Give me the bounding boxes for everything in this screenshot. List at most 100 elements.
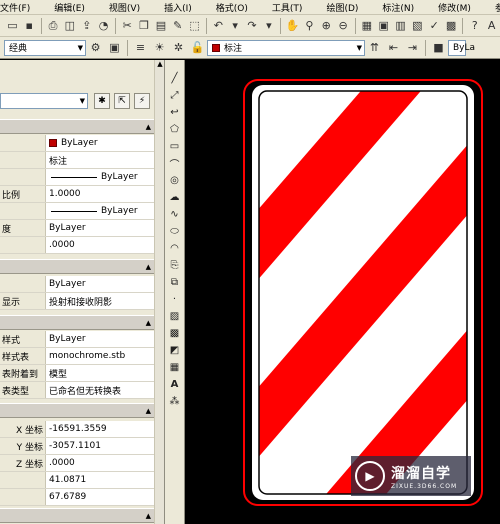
help-icon[interactable]: ? (467, 17, 482, 34)
menu-draw[interactable]: 绘图(D) (314, 1, 370, 14)
zoom-realtime-icon[interactable]: ⚲ (302, 17, 317, 34)
ellipse-icon[interactable]: ⬭ (167, 223, 183, 239)
ellipse-arc-icon[interactable]: ◠ (167, 240, 183, 256)
quick-select-button[interactable]: ⚡ (134, 93, 150, 109)
layer-manager-icon[interactable]: ≡ (132, 39, 149, 56)
arc-icon[interactable]: ⌒ (167, 155, 183, 171)
property-row-width[interactable]: 67.6789 (0, 489, 154, 506)
copy-icon[interactable]: ❐ (137, 17, 152, 34)
publish-icon[interactable]: ⇪ (79, 17, 94, 34)
text-style-icon[interactable]: A (484, 17, 499, 34)
menu-view[interactable]: 视图(V) (97, 1, 152, 14)
polygon-icon[interactable]: ⬠ (167, 121, 183, 137)
lock-icon[interactable]: 🔓 (189, 39, 206, 56)
calculator-icon[interactable]: ▩ (444, 17, 459, 34)
property-row-thickness[interactable]: .0000 (0, 237, 154, 254)
toggle-pickadd-button[interactable]: ✱ (94, 93, 110, 109)
undo-dropdown-icon[interactable]: ▾ (228, 17, 243, 34)
pan-icon[interactable]: ✋ (285, 17, 300, 34)
make-block-icon[interactable]: ⧉ (167, 274, 183, 290)
menu-format[interactable]: 格式(O) (204, 1, 260, 14)
section-misc[interactable]: ▲ (0, 508, 154, 523)
print-icon[interactable]: ⎙ (46, 17, 61, 34)
menu-modify[interactable]: 修改(M) (426, 1, 483, 14)
menu-parametric[interactable]: 参数(P) (483, 1, 500, 14)
insert-block-icon[interactable]: ⎘ (167, 257, 183, 273)
selection-combo[interactable]: ▼ (0, 93, 88, 109)
property-row-center-z[interactable]: Z 坐标 .0000 (0, 455, 154, 472)
color-combo[interactable]: ByLa (448, 39, 475, 56)
section-general[interactable]: ▲ (0, 119, 154, 134)
spline-icon[interactable]: ∿ (167, 206, 183, 222)
match-properties-icon[interactable]: ✎ (170, 17, 185, 34)
cut-icon[interactable]: ✂ (120, 17, 135, 34)
make-current-layer-icon[interactable]: ⇈ (366, 39, 383, 56)
property-row-color[interactable]: ByLayer (0, 135, 154, 152)
menu-dimension[interactable]: 标注(N) (370, 1, 426, 14)
add-selected-icon[interactable]: ⁂ (167, 393, 183, 409)
zoom-previous-icon[interactable]: ⊖ (336, 17, 351, 34)
zoom-window-icon[interactable]: ⊕ (319, 17, 334, 34)
property-row-height[interactable]: 41.0871 (0, 472, 154, 489)
workspace-combo[interactable]: 经典 ▼ (4, 39, 86, 56)
save-icon[interactable]: ▪ (22, 17, 37, 34)
drawing-canvas[interactable] (186, 60, 500, 524)
open-icon[interactable]: ▭ (5, 17, 20, 34)
scroll-up-icon[interactable]: ▲ (156, 60, 164, 70)
redo-icon[interactable]: ↷ (245, 17, 260, 34)
select-objects-button[interactable]: ⇱ (114, 93, 130, 109)
properties-icon[interactable]: ▦ (359, 17, 374, 34)
property-row-plot-table-type[interactable]: 表类型 已命名但无转换表 (0, 382, 154, 399)
layer-previous-icon[interactable]: ⇤ (385, 39, 402, 56)
property-row-center-y[interactable]: Y 坐标 -3057.1101 (0, 438, 154, 455)
property-row-linetype-scale[interactable]: 比例 1.0000 (0, 186, 154, 203)
point-icon[interactable]: · (167, 291, 183, 307)
property-row-plot-style[interactable]: 样式 ByLayer (0, 331, 154, 348)
paste-icon[interactable]: ▤ (154, 17, 169, 34)
line-icon[interactable]: ╱ (167, 70, 183, 86)
property-row-linetype[interactable]: ByLayer (0, 169, 154, 186)
table-icon[interactable]: ▦ (167, 359, 183, 375)
sheet-set-icon[interactable]: ▧ (410, 17, 425, 34)
menu-file[interactable]: 文件(F) (0, 1, 42, 14)
hatch-icon[interactable]: ▨ (167, 308, 183, 324)
section-3d-visualization[interactable]: ▲ (0, 259, 154, 274)
block-editor-icon[interactable]: ⬚ (187, 17, 202, 34)
3d-dwf-icon[interactable]: ◔ (96, 17, 111, 34)
gradient-icon[interactable]: ▩ (167, 325, 183, 341)
region-icon[interactable]: ◩ (167, 342, 183, 358)
menu-tools[interactable]: 工具(T) (260, 1, 315, 14)
rectangle-icon[interactable]: ▭ (167, 138, 183, 154)
undo-icon[interactable]: ↶ (211, 17, 226, 34)
circle-icon[interactable]: ◎ (167, 172, 183, 188)
multiline-text-icon[interactable]: A (167, 376, 183, 392)
polyline-icon[interactable]: ↩ (167, 104, 183, 120)
properties-scrollbar[interactable]: ▲ (154, 60, 164, 524)
property-row-lineweight[interactable]: ByLayer (0, 203, 154, 220)
layer-combo[interactable]: 标注 ▼ (207, 39, 365, 56)
property-row-transparency[interactable]: 度 ByLayer (0, 220, 154, 237)
property-row-plot-style-table[interactable]: 样式表 monochrome.stb (0, 348, 154, 365)
property-row-plot-table-attached[interactable]: 表附着到 模型 (0, 365, 154, 382)
menu-insert[interactable]: 插入(I) (152, 1, 204, 14)
workspace-settings-icon[interactable]: ⚙ (87, 39, 104, 56)
tool-palettes-icon[interactable]: ▥ (393, 17, 408, 34)
design-center-icon[interactable]: ▣ (376, 17, 391, 34)
markup-icon[interactable]: ✓ (427, 17, 442, 34)
section-plot-style[interactable]: ▲ (0, 315, 154, 330)
revision-cloud-icon[interactable]: ☁ (167, 189, 183, 205)
layer-state-icon[interactable]: ⇥ (404, 39, 421, 56)
redo-dropdown-icon[interactable]: ▾ (261, 17, 276, 34)
lightbulb-icon[interactable]: ☀ (151, 39, 168, 56)
property-row-center-x[interactable]: X 坐标 -16591.3559 (0, 421, 154, 438)
property-row-material[interactable]: ByLayer (0, 276, 154, 293)
construction-line-icon[interactable]: ⤢ (167, 87, 183, 103)
property-row-shadow-display[interactable]: 显示 投射和接收阴影 (0, 293, 154, 310)
toolbar-icon[interactable]: ▣ (106, 39, 123, 56)
menu-edit[interactable]: 编辑(E) (42, 1, 97, 14)
freeze-icon[interactable]: ✲ (170, 39, 187, 56)
property-row-layer[interactable]: 标注 (0, 152, 154, 169)
section-view[interactable]: ▲ (0, 403, 154, 418)
print-preview-icon[interactable]: ◫ (62, 17, 77, 34)
color-icon[interactable]: ■ (430, 39, 447, 56)
